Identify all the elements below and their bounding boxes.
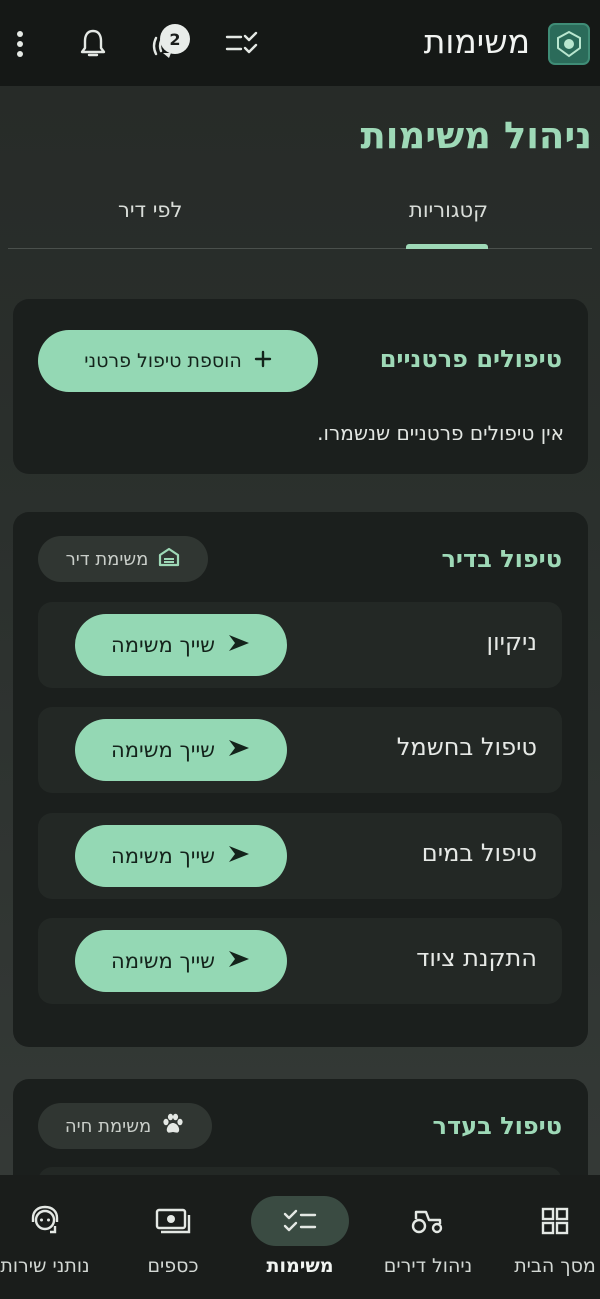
barn-icon [158, 547, 180, 572]
plus-icon [254, 350, 272, 373]
task-row: טיפול בחשמל שייך משימה [38, 707, 562, 793]
nav-home-label: מסך הבית [514, 1255, 596, 1277]
task-row: טיפול במים שייך משימה [38, 813, 562, 899]
tab-categories[interactable]: קטגוריות [409, 198, 488, 222]
tab-by-pen[interactable]: לפי דיר [118, 198, 182, 222]
support-agent-icon [0, 1196, 94, 1246]
bell-icon[interactable] [75, 26, 111, 62]
checklist-icon[interactable] [224, 26, 260, 62]
notification-count-badge: 2 [160, 24, 190, 54]
personal-treatments-title: טיפולים פרטניים [379, 345, 562, 373]
task-row: ניקיון שייך משימה [38, 602, 562, 688]
task-label: ניקיון [486, 628, 537, 656]
pen-task-chip: משימת דיר [38, 536, 208, 582]
task-label: טיפול בחשמל [396, 733, 537, 761]
assign-task-label: שייך משימה [110, 738, 216, 762]
send-icon [227, 633, 251, 658]
add-personal-treatment-label: הוספת טיפול פרטני [84, 350, 242, 372]
assign-task-button[interactable]: שייך משימה [75, 614, 287, 676]
nav-pen-management[interactable]: ניהול דירים [363, 1175, 493, 1299]
pen-treatment-card: טיפול בדיר משימת דיר ניקיון שייך משימה ט… [13, 512, 588, 1047]
pen-treatment-title: טיפול בדיר [441, 545, 562, 573]
assign-task-label: שייך משימה [110, 633, 216, 657]
send-icon [227, 738, 251, 763]
nav-finances-label: כספים [147, 1255, 199, 1277]
bottom-navigation: מסך הבית ניהול דירים משימות כספים נותני … [0, 1175, 600, 1299]
nav-pen-management-label: ניהול דירים [383, 1255, 473, 1277]
send-icon [227, 844, 251, 869]
app-title: משימות [423, 22, 530, 61]
assign-task-button[interactable]: שייך משימה [75, 825, 287, 887]
assign-task-button[interactable]: שייך משימה [75, 930, 287, 992]
more-vertical-icon[interactable] [2, 26, 38, 62]
tabs-divider [8, 248, 592, 249]
assign-task-label: שייך משימה [110, 949, 216, 973]
task-row: התקנת ציוד שייך משימה [38, 918, 562, 1004]
herd-treatment-title: טיפול בעדר [432, 1112, 562, 1140]
task-label: טיפול במים [421, 839, 537, 867]
assign-task-label: שייך משימה [110, 844, 216, 868]
page-title: ניהול משימות [360, 114, 592, 157]
empty-state-text: אין טיפולים פרטניים שנשמרו. [317, 421, 564, 445]
assign-task-button[interactable]: שייך משימה [75, 719, 287, 781]
personal-treatments-card: טיפולים פרטניים הוספת טיפול פרטני אין טי… [13, 299, 588, 474]
grid-icon [506, 1196, 600, 1246]
animal-task-chip: משימת חיה [38, 1103, 212, 1149]
nav-tasks[interactable]: משימות [235, 1175, 365, 1299]
tractor-icon [379, 1196, 477, 1246]
nav-service-providers-label: נותני שירות [0, 1255, 90, 1277]
top-app-bar: משימות 2 [0, 0, 600, 86]
money-icon [124, 1196, 222, 1246]
paw-icon [161, 1113, 185, 1140]
checklist-icon [251, 1196, 349, 1246]
nav-service-providers[interactable]: נותני שירות [0, 1175, 110, 1299]
add-personal-treatment-button[interactable]: הוספת טיפול פרטני [38, 330, 318, 392]
pen-task-chip-label: משימת דיר [65, 548, 149, 570]
task-label: התקנת ציוד [416, 944, 537, 972]
animal-task-chip-label: משימת חיה [64, 1115, 152, 1137]
send-icon [227, 949, 251, 974]
nav-tasks-label: משימות [266, 1255, 334, 1277]
nav-finances[interactable]: כספים [108, 1175, 238, 1299]
nav-home[interactable]: מסך הבית [490, 1175, 600, 1299]
app-logo [548, 23, 590, 65]
active-tab-indicator [406, 244, 488, 249]
